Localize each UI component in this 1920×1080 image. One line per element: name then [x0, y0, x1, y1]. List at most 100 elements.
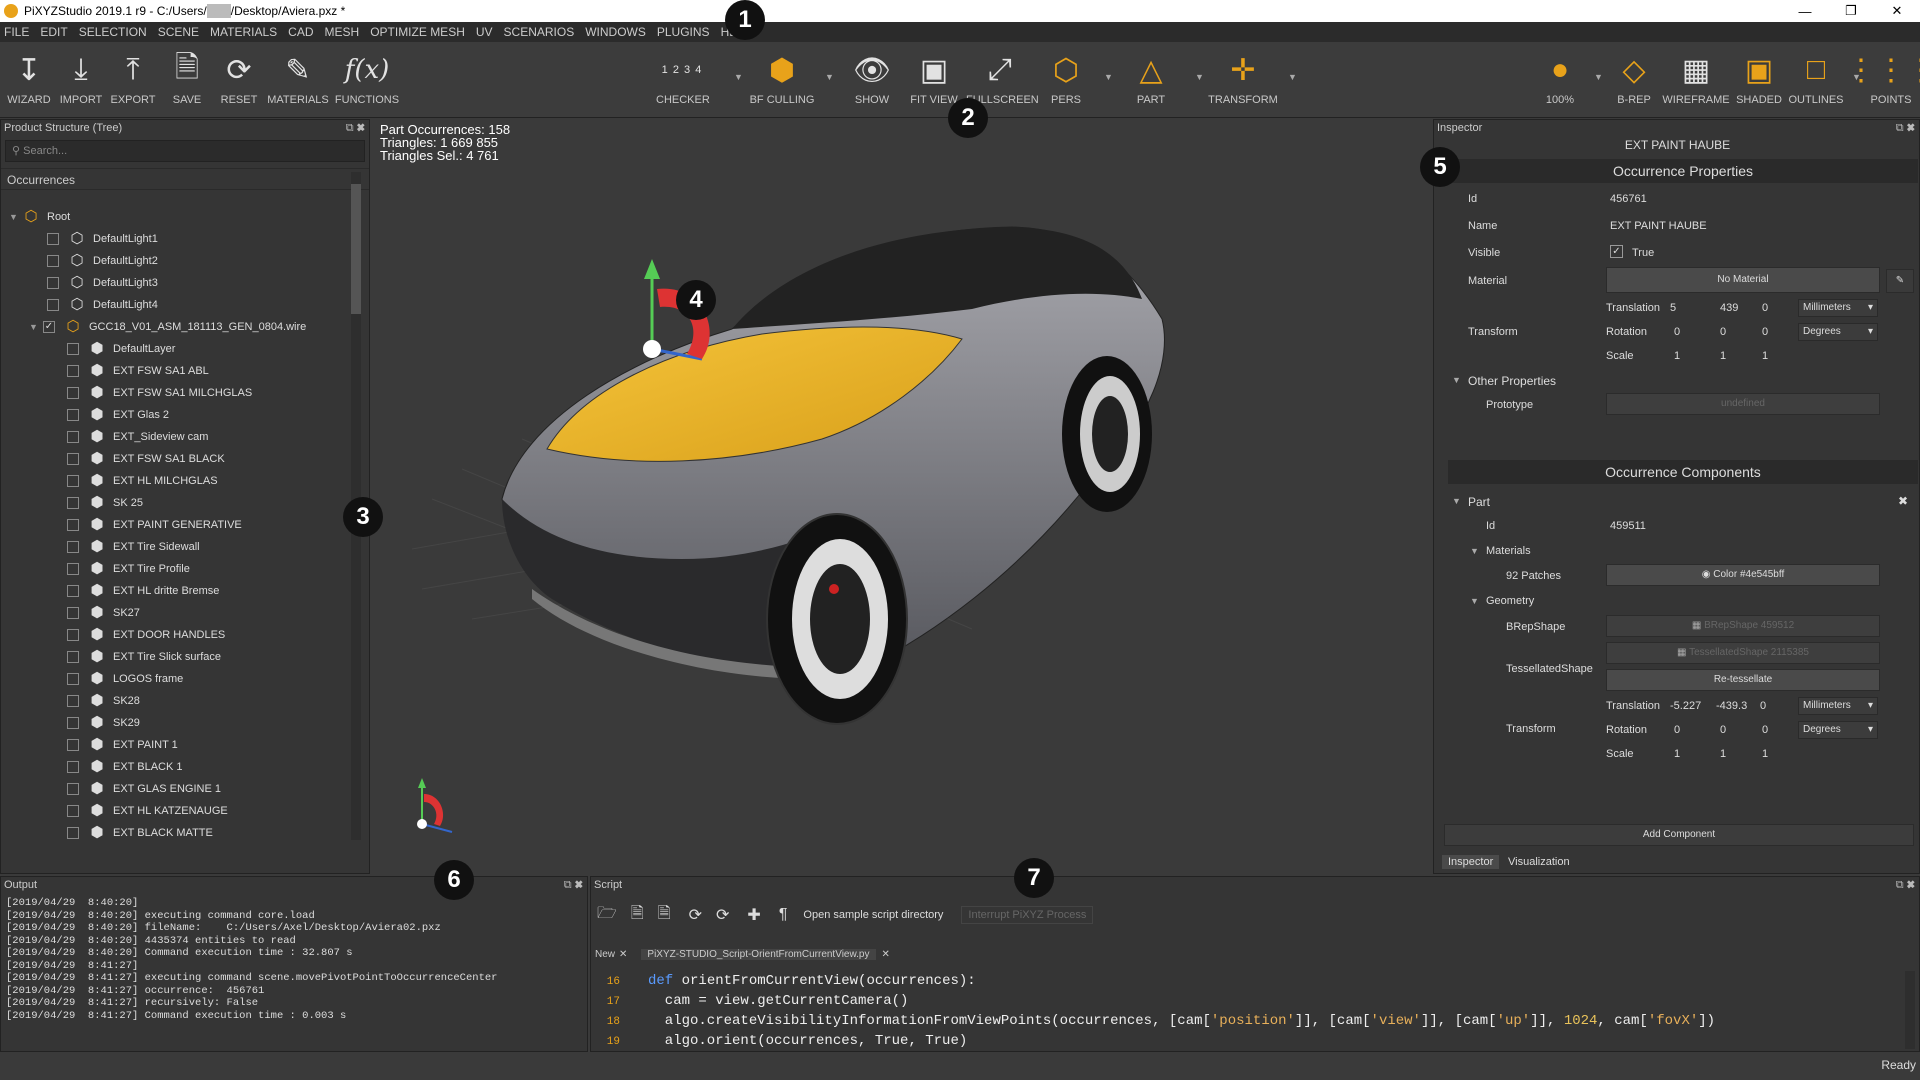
- checker-dropdown-icon[interactable]: ▼: [734, 72, 743, 82]
- translation-y[interactable]: 439: [1720, 302, 1738, 314]
- visibility-checkbox[interactable]: [67, 783, 79, 795]
- menu-optimize-mesh[interactable]: OPTIMIZE MESH: [370, 25, 465, 39]
- scale-x[interactable]: 1: [1674, 350, 1680, 362]
- search-input[interactable]: ⚲ Search...: [5, 140, 365, 162]
- part-rotation-z[interactable]: 0: [1762, 724, 1768, 736]
- perspective-button[interactable]: ⬡ PERS: [1046, 46, 1086, 107]
- tree-row[interactable]: ⬢ EXT HL KATZENAUGE: [67, 800, 228, 822]
- zoom-dropdown-icon[interactable]: ▼: [1594, 72, 1603, 82]
- checker-button[interactable]: 1 2 3 4 CHECKER: [656, 46, 710, 106]
- visible-checkbox[interactable]: ✓: [1610, 245, 1623, 258]
- part-scale-y[interactable]: 1: [1720, 748, 1726, 760]
- tree-row[interactable]: ⬢ EXT BLACK 1: [67, 756, 183, 778]
- panel-float-close-icon[interactable]: ⧉ ✖: [1896, 120, 1915, 136]
- menu-selection[interactable]: SELECTION: [79, 25, 147, 39]
- scrollbar-thumb[interactable]: [351, 184, 361, 314]
- fullscreen-button[interactable]: ⤢ FULLSCREEN: [966, 46, 1039, 106]
- code-editor[interactable]: 16 def orientFromCurrentView(occurrences)…: [592, 971, 1892, 1051]
- rotation-unit-select[interactable]: Degrees ▾: [1798, 323, 1878, 341]
- visibility-checkbox[interactable]: [67, 805, 79, 817]
- wizard-button[interactable]: ↧ WIZARD: [4, 46, 54, 107]
- part-button[interactable]: △ PART: [1130, 46, 1172, 107]
- visibility-checkbox[interactable]: [47, 233, 59, 245]
- tree-row[interactable]: ⬢ EXT FSW SA1 MILCHGLAS: [67, 382, 252, 404]
- panel-float-close-icon[interactable]: ⧉ ✖: [1896, 877, 1915, 893]
- visibility-checkbox[interactable]: [67, 475, 79, 487]
- tab-new[interactable]: New: [595, 949, 615, 960]
- visibility-checkbox[interactable]: [67, 387, 79, 399]
- material-pick-icon[interactable]: ✎: [1886, 269, 1914, 293]
- visibility-checkbox[interactable]: [67, 607, 79, 619]
- tree-row[interactable]: ⬢ EXT BLACK MATTE: [67, 822, 213, 844]
- pers-dropdown-icon[interactable]: ▼: [1104, 72, 1113, 82]
- add-function-icon[interactable]: ✚: [747, 905, 760, 925]
- collapse-arrow-icon[interactable]: ▼: [1470, 546, 1479, 556]
- menu-windows[interactable]: WINDOWS: [585, 25, 646, 39]
- collapse-arrow-icon[interactable]: ▼: [1452, 496, 1461, 506]
- visibility-checkbox[interactable]: [67, 541, 79, 553]
- close-tab-icon[interactable]: ✕: [882, 949, 890, 960]
- materials-group-label[interactable]: Materials: [1486, 545, 1531, 557]
- interrupt-process-button[interactable]: Interrupt PiXYZ Process: [961, 906, 1094, 924]
- open-script-icon[interactable]: 🗁: [597, 902, 617, 929]
- menu-scene[interactable]: SCENE: [158, 25, 199, 39]
- code-scrollbar[interactable]: [1905, 971, 1915, 1049]
- translation-unit-select[interactable]: Millimeters ▾: [1798, 299, 1878, 317]
- visibility-checkbox[interactable]: [67, 431, 79, 443]
- tree-row[interactable]: ⬢ SK27: [67, 602, 140, 624]
- part-component-header[interactable]: Part: [1468, 495, 1490, 509]
- tree-row[interactable]: ⬢ SK29: [67, 712, 140, 734]
- patch-material-selector[interactable]: ◉ Color #4e545bff: [1606, 564, 1880, 586]
- prototype-field[interactable]: undefined: [1606, 393, 1880, 415]
- tree-row[interactable]: ⬢ EXT FSW SA1 BLACK: [67, 448, 225, 470]
- close-tab-icon[interactable]: ✕: [619, 949, 627, 960]
- part-scale-z[interactable]: 1: [1762, 748, 1768, 760]
- tree-row[interactable]: ⬢ EXT DOOR HANDLES: [67, 624, 225, 646]
- menu-uv[interactable]: UV: [476, 25, 493, 39]
- visibility-checkbox[interactable]: [47, 299, 59, 311]
- expand-arrow-icon[interactable]: ▼: [29, 322, 43, 332]
- reload-script-icon[interactable]: ⟳: [716, 905, 729, 925]
- part-translation-x[interactable]: -5.227: [1670, 700, 1701, 712]
- menu-materials[interactable]: MATERIALS: [210, 25, 277, 39]
- visibility-checkbox[interactable]: [67, 761, 79, 773]
- visibility-checkbox[interactable]: [67, 695, 79, 707]
- other-properties-header[interactable]: Other Properties: [1468, 374, 1556, 388]
- visibility-checkbox[interactable]: [47, 255, 59, 267]
- name-field[interactable]: EXT PAINT HAUBE: [1610, 220, 1707, 232]
- tree-row[interactable]: ⬢ DefaultLayer: [67, 338, 175, 360]
- translation-z[interactable]: 0: [1762, 302, 1768, 314]
- menu-cad[interactable]: CAD: [288, 25, 313, 39]
- visibility-checkbox[interactable]: [47, 277, 59, 289]
- tree-row[interactable]: ▼ ✓ ⬡ GCC18_V01_ASM_181113_GEN_0804.wire: [29, 316, 306, 338]
- rotation-x[interactable]: 0: [1674, 326, 1680, 338]
- points-button[interactable]: ⋮⋮⋮ POINTS: [1846, 46, 1920, 107]
- save-button[interactable]: 🗎 SAVE: [164, 46, 210, 107]
- remove-component-icon[interactable]: ✖: [1898, 494, 1908, 508]
- tree-row[interactable]: ⬡ DefaultLight1: [47, 228, 158, 250]
- tree-row[interactable]: ⬢ EXT Tire Slick surface: [67, 646, 221, 668]
- part-translation-z[interactable]: 0: [1760, 700, 1766, 712]
- tree-row[interactable]: ⬢ LOGOS frame: [67, 668, 183, 690]
- import-button[interactable]: ⤓ IMPORT: [58, 46, 104, 106]
- functions-button[interactable]: f(x) FUNCTIONS: [334, 46, 400, 106]
- tree-row[interactable]: ⬢ SK 25: [67, 492, 143, 514]
- visibility-checkbox[interactable]: [67, 717, 79, 729]
- close-window-button[interactable]: ✕: [1874, 3, 1920, 19]
- tree-row[interactable]: ⬢ EXT PAINT GENERATIVE: [67, 514, 242, 536]
- material-selector[interactable]: No Material: [1606, 267, 1880, 293]
- transform-dropdown-icon[interactable]: ▼: [1288, 72, 1297, 82]
- translation-x[interactable]: 5: [1670, 302, 1676, 314]
- show-button[interactable]: 👁 SHOW: [850, 46, 894, 107]
- fit-view-button[interactable]: ▣ FIT VIEW: [908, 46, 960, 107]
- panel-float-close-icon[interactable]: ⧉ ✖: [564, 877, 583, 893]
- part-rotation-y[interactable]: 0: [1720, 724, 1726, 736]
- tab-inspector[interactable]: Inspector: [1442, 855, 1500, 869]
- tab-script-file[interactable]: PiXYZ-STUDIO_Script-OrientFromCurrentVie…: [641, 949, 876, 960]
- run-script-icon[interactable]: ⟳: [689, 905, 702, 925]
- brep-button[interactable]: ◇ B-REP: [1612, 46, 1656, 107]
- collapse-arrow-icon[interactable]: ▼: [1470, 596, 1479, 606]
- tree-row[interactable]: ⬢ EXT Tire Sidewall: [67, 536, 200, 558]
- show-whitespace-icon[interactable]: ¶: [779, 906, 788, 924]
- menu-file[interactable]: FILE: [4, 25, 29, 39]
